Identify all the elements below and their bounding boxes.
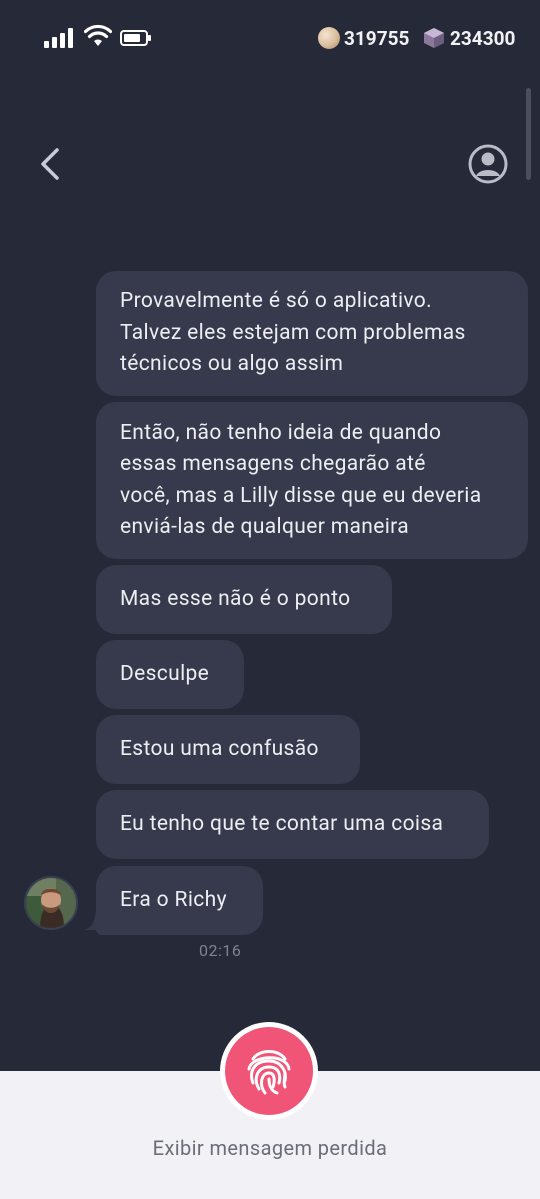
coin-icon	[318, 27, 340, 49]
show-lost-message-button[interactable]	[220, 1022, 318, 1120]
chevron-left-icon	[41, 148, 59, 180]
message-text: Estou uma confusão	[120, 736, 319, 761]
fingerprint-circle	[225, 1027, 313, 1115]
gem-icon	[424, 28, 444, 48]
message-text: Provavelmente é só o aplicativo. Talvez …	[120, 289, 466, 377]
signal-icon	[44, 28, 73, 48]
coins-value: 319755	[344, 26, 410, 50]
status-bar: 319755 234300	[0, 0, 540, 78]
message-bubble: Mas esse não é o ponto	[96, 565, 392, 634]
message-text: Era o Richy	[120, 887, 227, 912]
gems-value: 234300	[450, 26, 516, 50]
avatar-photo	[26, 878, 76, 928]
message-bubble: Então, não tenho ideia de quando essas m…	[96, 402, 528, 559]
profile-button[interactable]	[466, 142, 510, 186]
wifi-icon	[84, 24, 112, 46]
message-text: Mas esse não é o ponto	[120, 586, 351, 611]
coins-counter: 319755	[318, 24, 409, 52]
message-bubble: Provavelmente é só o aplicativo. Talvez …	[96, 271, 528, 396]
chat-screen: 319755 234300 Provavelmente é só o aplic…	[0, 0, 540, 1199]
message-text: Então, não tenho ideia de quando essas m…	[120, 420, 482, 540]
scrollbar[interactable]	[526, 88, 531, 180]
show-lost-message-label[interactable]: Exibir mensagem perdida	[0, 1136, 540, 1160]
message-timestamp: 02:16	[199, 941, 242, 960]
message-text: Desculpe	[120, 661, 210, 686]
sender-avatar[interactable]	[24, 876, 78, 930]
user-circle-icon	[468, 144, 508, 184]
fingerprint-icon	[247, 1050, 291, 1095]
message-bubble: Estou uma confusão	[96, 715, 360, 784]
gems-counter: 234300	[422, 24, 515, 52]
message-bubble: Eu tenho que te contar uma coisa	[96, 790, 489, 859]
message-text: Eu tenho que te contar uma coisa	[120, 811, 444, 836]
message-bubble: Era o Richy	[96, 866, 263, 935]
message-bubble: Desculpe	[96, 640, 244, 709]
back-button[interactable]	[34, 142, 68, 186]
battery-icon	[120, 30, 151, 46]
